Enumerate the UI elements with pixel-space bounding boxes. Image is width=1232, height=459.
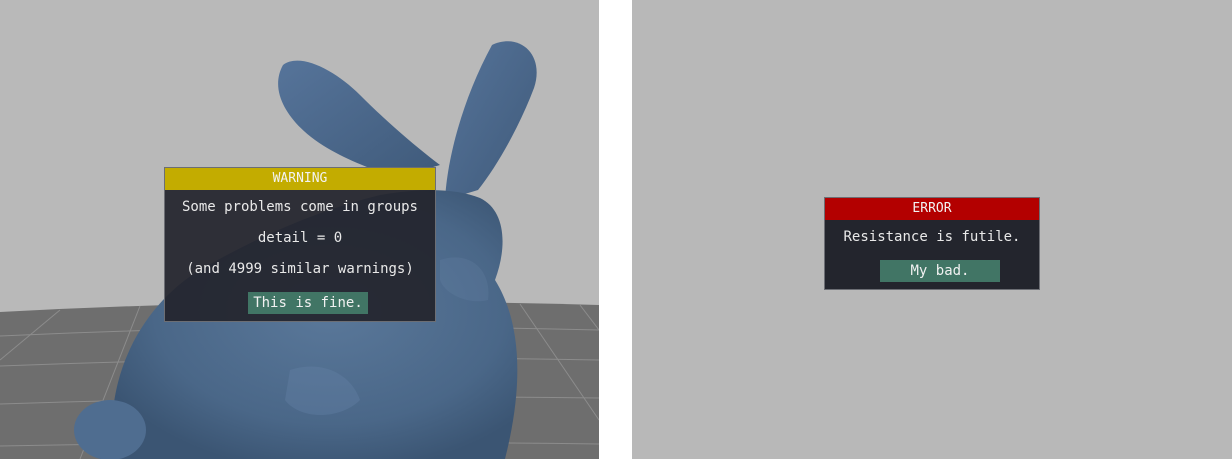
dismiss-error-button[interactable]: My bad.	[880, 260, 1000, 282]
error-dialog: ERROR Resistance is futile. My bad.	[824, 197, 1040, 290]
error-message: Resistance is futile.	[843, 229, 1021, 245]
warning-dialog: WARNING Some problems come in groups det…	[164, 167, 436, 322]
left-viewport[interactable]: WARNING Some problems come in groups det…	[0, 0, 599, 459]
error-title: ERROR	[825, 198, 1039, 220]
dismiss-warning-button[interactable]: This is fine.	[248, 292, 368, 314]
warning-message-line: Some problems come in groups	[181, 199, 418, 215]
warning-detail-line: detail = 0	[257, 230, 343, 246]
warning-count-line: (and 4999 similar warnings)	[186, 261, 414, 277]
right-viewport[interactable]: ERROR Resistance is futile. My bad.	[632, 0, 1232, 459]
warning-title: WARNING	[165, 168, 435, 190]
